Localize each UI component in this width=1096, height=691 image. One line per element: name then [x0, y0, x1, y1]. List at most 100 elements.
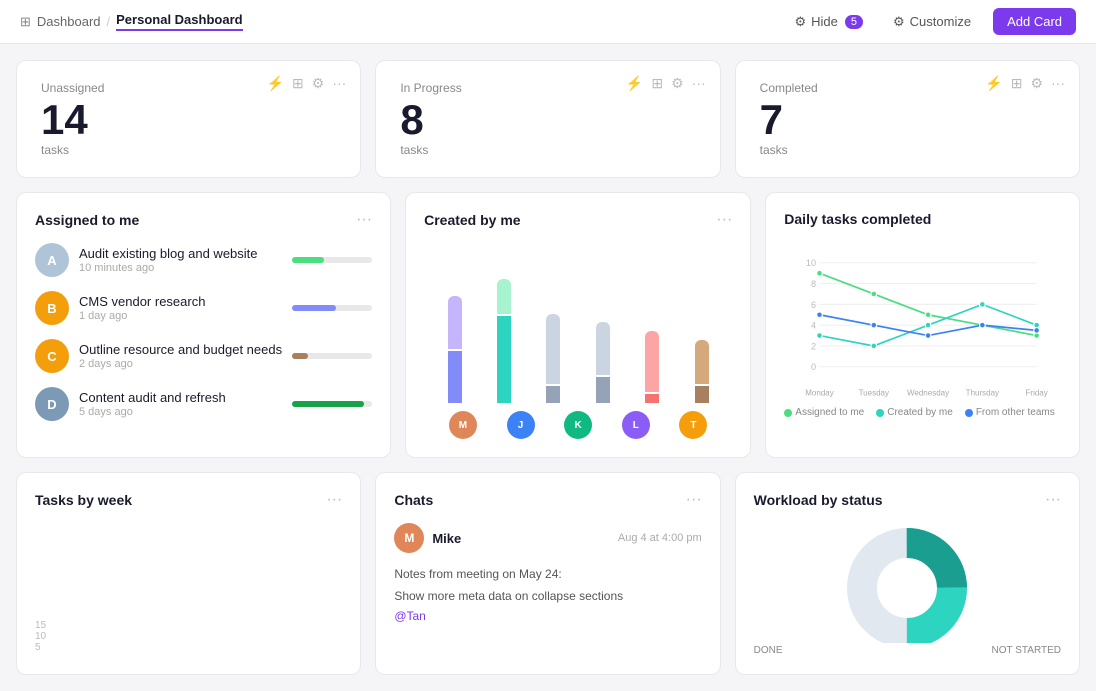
- settings-icon[interactable]: ⚙: [312, 75, 325, 92]
- y-axis-label: 10: [35, 631, 46, 642]
- daily-tasks-widget: Daily tasks completed 0246810MondayTuesd…: [765, 192, 1080, 458]
- stat-card-controls-2: ⚡ ⊞ ⚙ ···: [985, 75, 1065, 92]
- chat-avatar: M: [394, 523, 424, 553]
- task-avatar: C: [35, 339, 69, 373]
- tasks-by-week-widget: Tasks by week ··· 15105: [16, 472, 361, 675]
- customize-icon: ⚙: [893, 14, 905, 30]
- header: ⊞ Dashboard / Personal Dashboard ⚙ Hide …: [0, 0, 1096, 44]
- created-bar-top: [497, 279, 511, 314]
- settings-icon[interactable]: ⚙: [1030, 75, 1043, 92]
- created-bar-bottom: [497, 316, 511, 404]
- workload-title: Workload by status: [754, 492, 883, 508]
- stat-number-1: 8: [400, 99, 423, 141]
- created-menu[interactable]: ···: [716, 211, 732, 229]
- assigned-to-me-widget: Assigned to me ··· A Audit existing blog…: [16, 192, 391, 458]
- svg-text:Tuesday: Tuesday: [859, 388, 889, 397]
- task-progress-bar: [292, 401, 372, 407]
- legend-label: Created by me: [887, 407, 953, 418]
- tasks-by-week-menu[interactable]: ···: [326, 491, 342, 509]
- breadcrumb-active: Personal Dashboard: [116, 12, 242, 31]
- more-icon[interactable]: ···: [332, 75, 346, 92]
- task-info: Outline resource and budget needs 2 days…: [79, 342, 282, 370]
- stat-unit-1: tasks: [400, 143, 428, 157]
- workload-header: Workload by status ···: [754, 491, 1061, 509]
- task-time: 5 days ago: [79, 406, 282, 418]
- created-avatar: M: [449, 411, 477, 439]
- breadcrumb-separator: /: [107, 14, 111, 29]
- svg-text:0: 0: [811, 362, 816, 372]
- created-by-me-widget: Created by me ··· MJKLT: [405, 192, 751, 458]
- stat-unassigned: ⚡ ⊞ ⚙ ··· Unassigned 14 tasks: [16, 60, 361, 178]
- task-item: D Content audit and refresh 5 days ago: [35, 387, 372, 421]
- task-item: B CMS vendor research 1 day ago: [35, 291, 372, 325]
- workload-menu[interactable]: ···: [1045, 491, 1061, 509]
- expand-icon[interactable]: ⊞: [1011, 75, 1023, 92]
- legend-dot: [784, 409, 792, 417]
- chat-text2: Show more meta data on collapse sections: [394, 587, 701, 605]
- filter-icon[interactable]: ⚡: [985, 75, 1002, 92]
- stat-label-0: Unassigned: [41, 81, 104, 95]
- filter-icon[interactable]: ⚡: [626, 75, 643, 92]
- chats-menu[interactable]: ···: [686, 491, 702, 509]
- more-icon[interactable]: ···: [1051, 75, 1065, 92]
- svg-text:8: 8: [811, 279, 816, 289]
- svg-text:4: 4: [811, 321, 816, 331]
- stat-completed: ⚡ ⊞ ⚙ ··· Completed 7 tasks: [735, 60, 1080, 178]
- add-card-button[interactable]: Add Card: [993, 8, 1076, 35]
- task-time: 2 days ago: [79, 358, 282, 370]
- assigned-menu[interactable]: ···: [356, 211, 372, 229]
- settings-icon[interactable]: ⚙: [671, 75, 684, 92]
- legend-dot: [965, 409, 973, 417]
- workload-label-done: DONE: [754, 645, 783, 656]
- created-bar-top: [645, 331, 659, 392]
- legend-label: Assigned to me: [795, 407, 864, 418]
- workload-widget: Workload by status ··· DONE NOT STARTED: [735, 472, 1080, 675]
- created-header: Created by me ···: [424, 211, 732, 229]
- chats-header: Chats ···: [394, 491, 701, 509]
- dashboard-icon: ⊞: [20, 14, 31, 30]
- chats-title: Chats: [394, 492, 433, 508]
- created-bar-bottom: [546, 386, 560, 404]
- hide-button[interactable]: ⚙ Hide 5: [786, 10, 871, 34]
- task-info: CMS vendor research 1 day ago: [79, 294, 282, 322]
- task-info: Audit existing blog and website 10 minut…: [79, 246, 282, 274]
- task-progress-fill: [292, 353, 308, 359]
- stat-label-1: In Progress: [400, 81, 461, 95]
- expand-icon[interactable]: ⊞: [651, 75, 663, 92]
- chat-sender: Mike: [432, 531, 461, 546]
- created-avatar: K: [564, 411, 592, 439]
- task-time: 10 minutes ago: [79, 262, 282, 274]
- created-bar-group: [681, 263, 722, 403]
- stat-inprogress: ⚡ ⊞ ⚙ ··· In Progress 8 tasks: [375, 60, 720, 178]
- tasks-by-week-title: Tasks by week: [35, 492, 132, 508]
- chat-mention[interactable]: @Tan: [394, 609, 701, 623]
- chats-widget: Chats ··· M Mike Aug 4 at 4:00 pm Notes …: [375, 472, 720, 675]
- created-bar-top: [695, 340, 709, 384]
- workload-label-notstarted: NOT STARTED: [992, 645, 1061, 656]
- legend-item: From other teams: [965, 407, 1055, 418]
- task-progress-bar: [292, 305, 372, 311]
- legend-item: Assigned to me: [784, 407, 864, 418]
- workload-pie-chart: [817, 523, 997, 643]
- task-name: Content audit and refresh: [79, 390, 282, 405]
- svg-text:Friday: Friday: [1026, 388, 1048, 397]
- workload-pie-container: DONE NOT STARTED: [754, 523, 1061, 656]
- chat-header: M Mike Aug 4 at 4:00 pm: [394, 523, 701, 553]
- created-avatar: T: [679, 411, 707, 439]
- daily-tasks-header: Daily tasks completed: [784, 211, 1061, 227]
- created-bar-bottom: [448, 351, 462, 404]
- bottom-row: Tasks by week ··· 15105 Chats: [16, 472, 1080, 675]
- created-bar-top: [448, 296, 462, 349]
- stat-unit-0: tasks: [41, 143, 69, 157]
- created-bar-bottom: [645, 394, 659, 403]
- hide-count-badge: 5: [845, 15, 863, 29]
- customize-button[interactable]: ⚙ Customize: [885, 10, 979, 34]
- chat-text1: Notes from meeting on May 24:: [394, 565, 701, 583]
- created-bar-group: [632, 263, 673, 403]
- expand-icon[interactable]: ⊞: [292, 75, 304, 92]
- breadcrumb-dashboard[interactable]: Dashboard: [37, 14, 101, 29]
- filter-icon[interactable]: ⚡: [267, 75, 284, 92]
- more-icon[interactable]: ···: [692, 75, 706, 92]
- created-bar-chart: [424, 243, 732, 403]
- breadcrumb: ⊞ Dashboard / Personal Dashboard: [20, 12, 243, 31]
